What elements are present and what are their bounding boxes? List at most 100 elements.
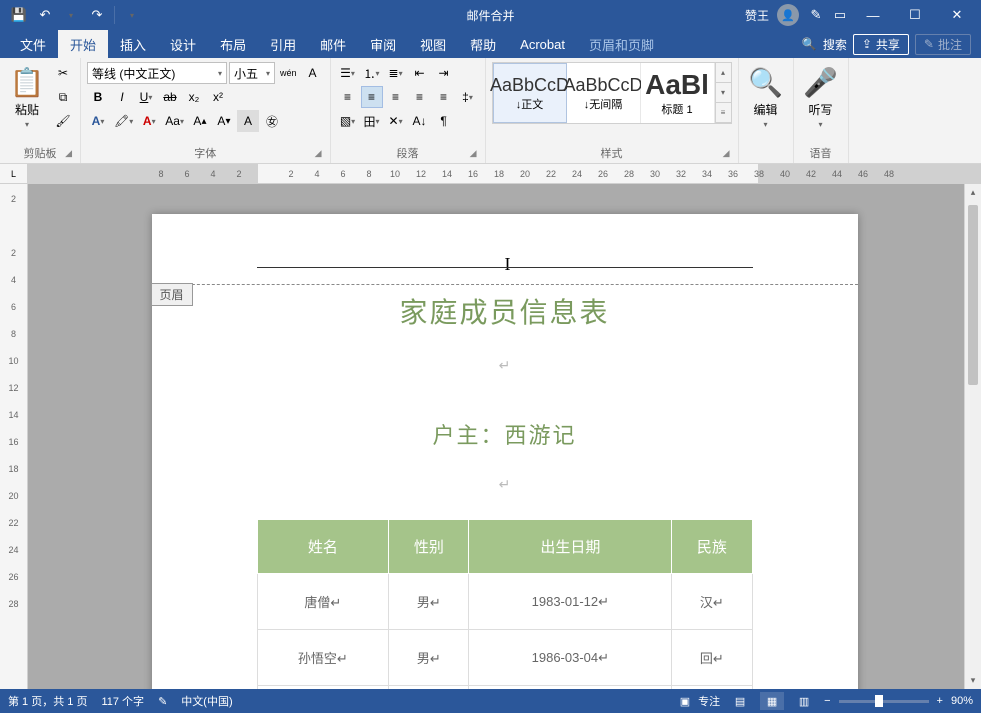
document-body[interactable]: 家庭成员信息表 ↵ 户主：西游记 ↵ 姓名 性别 出生日期 民族 唐僧↵男↵19… — [152, 291, 858, 689]
focus-icon[interactable]: ▣ — [680, 695, 690, 708]
member-table[interactable]: 姓名 性别 出生日期 民族 唐僧↵男↵1983-01-12↵汉↵孙悟空↵男↵19… — [257, 519, 753, 689]
tab-review[interactable]: 审阅 — [358, 30, 408, 58]
increase-indent-button[interactable]: ⇥ — [433, 62, 455, 84]
table-cell[interactable]: 1986-03-04↵ — [469, 630, 672, 686]
table-cell[interactable]: 汉↵ — [672, 574, 752, 630]
grow-font-button[interactable]: A▴ — [189, 110, 211, 132]
tab-mailings[interactable]: 邮件 — [308, 30, 358, 58]
qat-customize[interactable]: ▾ — [121, 4, 143, 26]
web-layout-button[interactable]: ▥ — [792, 692, 816, 710]
tab-view[interactable]: 视图 — [408, 30, 458, 58]
horizontal-ruler[interactable]: 8642246810121416182022242628303234363840… — [28, 164, 981, 184]
tab-insert[interactable]: 插入 — [108, 30, 158, 58]
zoom-in-button[interactable]: + — [937, 695, 943, 707]
table-row[interactable]: 唐僧↵男↵1983-01-12↵汉↵ — [257, 574, 752, 630]
comments-button[interactable]: ✎批注 — [915, 34, 971, 55]
tab-header-footer[interactable]: 页眉和页脚 — [577, 30, 666, 58]
gallery-more[interactable]: ≡ — [716, 103, 731, 123]
style-normal[interactable]: AaBbCcD↓正文 — [493, 63, 567, 123]
vertical-scrollbar[interactable]: ▴ ▾ — [964, 184, 981, 689]
table-cell[interactable]: 汉↵ — [672, 686, 752, 690]
ribbon-display-icon[interactable]: ▭ — [829, 4, 851, 26]
draw-icon[interactable]: ✎ — [805, 4, 827, 26]
gallery-down[interactable]: ▾ — [716, 83, 731, 103]
vertical-ruler[interactable]: 2246810121416182022242628 — [0, 184, 28, 689]
redo-icon[interactable]: ↷ — [86, 4, 108, 26]
search-icon[interactable]: 🔍 — [802, 37, 817, 51]
table-cell[interactable]: 1986-09-07↵ — [469, 686, 672, 690]
table-cell[interactable]: 回↵ — [672, 630, 752, 686]
col-birth[interactable]: 出生日期 — [469, 520, 672, 574]
zoom-level[interactable]: 90% — [951, 695, 973, 707]
superscript-button[interactable]: x² — [207, 86, 229, 108]
search-label[interactable]: 搜索 — [823, 36, 847, 53]
undo-icon[interactable]: ↶ — [34, 4, 56, 26]
decrease-indent-button[interactable]: ⇤ — [409, 62, 431, 84]
highlight-button[interactable]: 🖍▾ — [111, 110, 136, 132]
table-cell[interactable]: 唐僧↵ — [257, 574, 389, 630]
bold-button[interactable]: B — [87, 86, 109, 108]
underline-button[interactable]: U▾ — [135, 86, 157, 108]
font-size-select[interactable]: 小五▾ — [229, 62, 275, 84]
distribute-button[interactable]: ≡ — [433, 86, 455, 108]
table-cell[interactable]: 男↵ — [389, 574, 469, 630]
circle-char-button[interactable]: ㊛ — [261, 110, 283, 132]
tab-help[interactable]: 帮助 — [458, 30, 508, 58]
char-border-button[interactable]: A — [302, 62, 324, 84]
clipboard-launcher[interactable]: ◢ — [65, 148, 72, 159]
numbering-button[interactable]: ⒈▾ — [361, 62, 383, 84]
style-heading1[interactable]: AaBl标题 1 — [641, 63, 715, 123]
tab-file[interactable]: 文件 — [8, 30, 58, 58]
gallery-up[interactable]: ▴ — [716, 63, 731, 83]
align-right-button[interactable]: ≡ — [385, 86, 407, 108]
scroll-up[interactable]: ▴ — [965, 184, 981, 201]
shading-button[interactable]: ▧▾ — [337, 110, 359, 132]
font-name-select[interactable]: 等线 (中文正文)▾ — [87, 62, 227, 84]
shrink-font-button[interactable]: A▾ — [213, 110, 235, 132]
font-launcher[interactable]: ◢ — [315, 148, 322, 159]
style-nospacing[interactable]: AaBbCcD↓无间隔 — [567, 63, 641, 123]
table-cell[interactable]: 孙悟空↵ — [257, 630, 389, 686]
text-effects-button[interactable]: A▾ — [87, 110, 109, 132]
document-canvas[interactable]: I 页眉 家庭成员信息表 ↵ 户主：西游记 ↵ 姓名 性别 出生日期 民族 唐僧… — [28, 184, 981, 689]
cut-button[interactable]: ✂ — [52, 62, 74, 84]
show-marks-button[interactable]: ¶ — [433, 110, 455, 132]
col-gender[interactable]: 性别 — [389, 520, 469, 574]
justify-button[interactable]: ≡ — [409, 86, 431, 108]
paragraph-launcher[interactable]: ◢ — [470, 148, 477, 159]
col-ethnic[interactable]: 民族 — [672, 520, 752, 574]
print-layout-button[interactable]: ▦ — [760, 692, 784, 710]
multilevel-button[interactable]: ≣▾ — [385, 62, 407, 84]
tab-home[interactable]: 开始 — [58, 30, 108, 58]
status-spellcheck-icon[interactable]: ✎ — [158, 695, 167, 708]
focus-label[interactable]: 专注 — [698, 693, 720, 709]
italic-button[interactable]: I — [111, 86, 133, 108]
dictate-button[interactable]: 🎤 听写 ▾ — [800, 62, 842, 132]
read-mode-button[interactable]: ▤ — [728, 692, 752, 710]
close-button[interactable]: ✕ — [937, 0, 977, 30]
edit-button[interactable]: 🔍 编辑 ▾ — [745, 62, 787, 132]
save-icon[interactable]: 💾 — [8, 4, 30, 26]
tab-references[interactable]: 引用 — [258, 30, 308, 58]
zoom-out-button[interactable]: − — [824, 695, 830, 707]
header-area[interactable]: 页眉 — [152, 284, 858, 285]
styles-launcher[interactable]: ◢ — [723, 148, 730, 159]
ruler-corner[interactable]: L — [0, 164, 28, 184]
table-cell[interactable]: 猪八戒↵ — [257, 686, 389, 690]
minimize-button[interactable]: — — [853, 0, 893, 30]
tab-design[interactable]: 设计 — [158, 30, 208, 58]
copy-button[interactable]: ⧉ — [52, 86, 74, 108]
phonetic-guide-button[interactable]: wén — [277, 62, 300, 84]
user-avatar[interactable]: 👤 — [777, 4, 799, 26]
table-cell[interactable]: 男↵ — [389, 686, 469, 690]
strikethrough-button[interactable]: ab — [159, 86, 181, 108]
format-painter-button[interactable]: 🖌 — [52, 110, 74, 132]
status-words[interactable]: 117 个字 — [101, 693, 144, 709]
font-color-button[interactable]: A▾ — [138, 110, 160, 132]
subscript-button[interactable]: x₂ — [183, 86, 205, 108]
col-name[interactable]: 姓名 — [257, 520, 389, 574]
table-row[interactable]: 猪八戒↵男↵1986-09-07↵汉↵ — [257, 686, 752, 690]
sort-button[interactable]: A↓ — [409, 110, 431, 132]
zoom-slider[interactable] — [839, 700, 929, 703]
maximize-button[interactable]: ☐ — [895, 0, 935, 30]
